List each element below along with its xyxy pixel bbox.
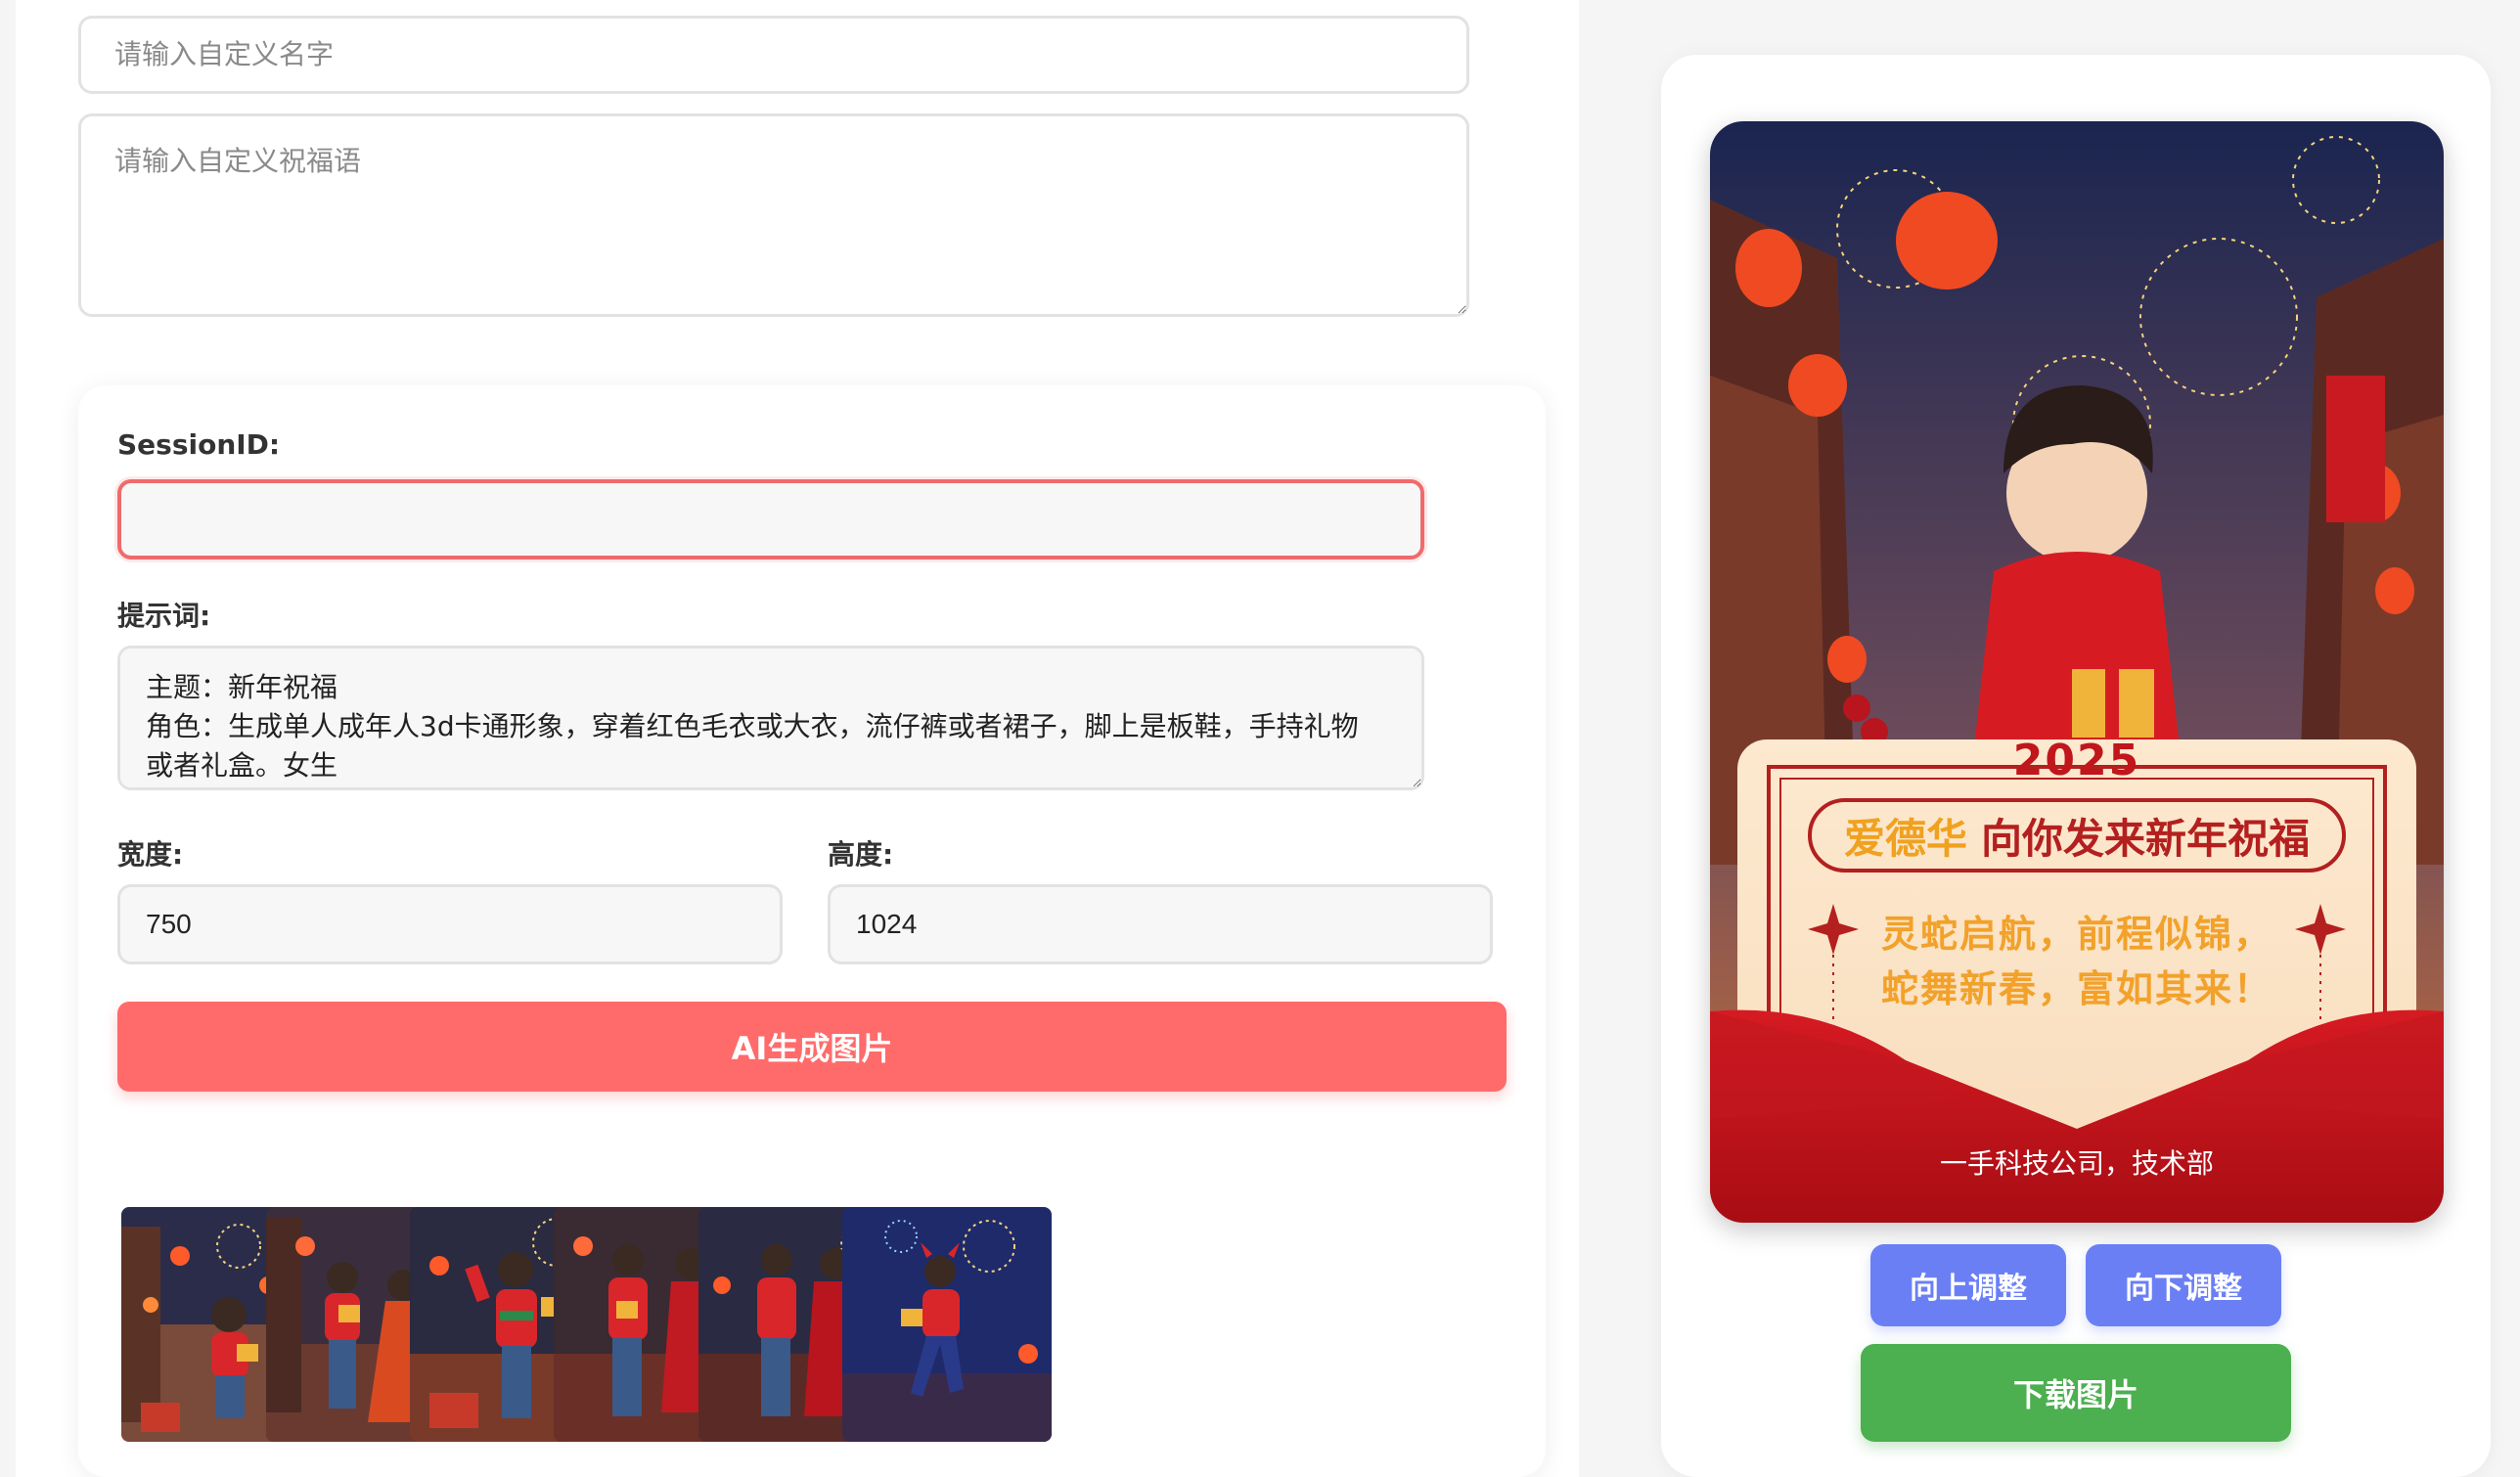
width-input[interactable] [117, 884, 783, 964]
preview-card: 2025 爱德华 向你发来新年祝福 灵蛇启航，前程似锦， 蛇舞新春，富如其来！ … [1661, 55, 2491, 1477]
poster-wish-line-1: 灵蛇启航，前程似锦， [1880, 913, 2272, 956]
editor-panel: SessionID: 提示词: 宽度: 高度: AI生成图片 [16, 0, 1579, 1477]
download-button[interactable]: 下载图片 [1861, 1344, 2291, 1442]
poster-title: 爱德华 向你发来新年祝福 [1808, 798, 2346, 873]
poster-wish-line-2: 蛇舞新春，富如其来！ [1880, 967, 2272, 1010]
prompt-label: 提示词: [117, 600, 211, 632]
greeting-poster: 2025 爱德华 向你发来新年祝福 灵蛇启航，前程似锦， 蛇舞新春，富如其来！ … [1710, 121, 2444, 1223]
poster-year: 2025 [2012, 736, 2141, 785]
move-down-button[interactable]: 向下调整 [2086, 1244, 2281, 1326]
ai-generator-card: SessionID: 提示词: 宽度: 高度: AI生成图片 [78, 385, 1546, 1477]
poster-signature: 一手科技公司，技术部 [1939, 1147, 2214, 1180]
thumbnail-6[interactable] [842, 1207, 1052, 1442]
session-id-input[interactable] [117, 479, 1424, 559]
height-input[interactable] [828, 884, 1493, 964]
thumbnail-image [842, 1207, 1052, 1442]
move-up-button[interactable]: 向上调整 [1870, 1244, 2066, 1326]
custom-name-input[interactable] [78, 16, 1469, 94]
custom-wish-textarea[interactable] [78, 113, 1469, 317]
ai-generate-button[interactable]: AI生成图片 [117, 1002, 1507, 1092]
poster-name: 爱德华 [1843, 814, 1967, 863]
generated-thumbnails [121, 1207, 1530, 1446]
poster-title-text: 向你发来新年祝福 [1981, 814, 2311, 863]
height-label: 高度: [828, 838, 894, 871]
width-label: 宽度: [117, 838, 184, 871]
session-id-label: SessionID: [117, 428, 281, 461]
prompt-textarea[interactable] [117, 646, 1424, 790]
poster-background-illustration [1710, 121, 2444, 1223]
